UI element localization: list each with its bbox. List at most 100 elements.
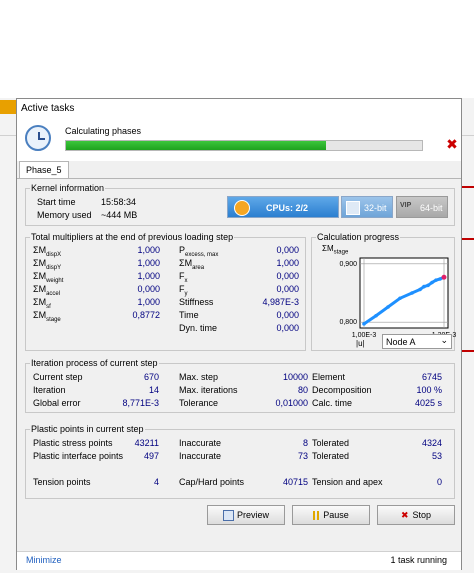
dialog-footer: Minimize 1 task running [17, 551, 461, 570]
pause-button[interactable]: Pause [292, 505, 370, 525]
calculation-progress-group: Calculation progress ΣMstage 1,00E-31,20… [311, 232, 456, 351]
multiplier-right-label-subscript: excess, max [185, 251, 219, 258]
stop-button[interactable]: ✖ Stop [377, 505, 455, 525]
multiplier-right-value: 0,000 [276, 284, 299, 294]
multiplier-right-value: 0,000 [276, 310, 299, 320]
iteration-col2-value: 10000 [282, 372, 308, 382]
iteration-col2-label: Max. iterations [179, 385, 238, 395]
preview-button[interactable]: Preview [207, 505, 285, 525]
tab-phase-5[interactable]: Phase_5 [19, 161, 69, 178]
chart-point [430, 280, 434, 285]
chart-point [410, 291, 414, 295]
chevron-down-icon: ⌄ [440, 335, 448, 345]
multiplier-left-label: ΣMdispY [33, 258, 61, 271]
iteration-col2-label: Max. step [179, 372, 219, 382]
multiplier-right-value: 0,000 [276, 323, 299, 333]
plastic-col2-value: 73 [297, 451, 308, 461]
plastic-points-title: Plastic points in current step [30, 424, 145, 434]
chart-x-tick: 1,00E-3 [352, 332, 377, 339]
multiplier-right-value: 1,000 [276, 258, 299, 268]
multiplier-left-label-subscript: weight [46, 277, 64, 284]
plastic-col3-value: 4324 [421, 438, 442, 448]
multiplier-right-label-subscript: y [184, 290, 188, 297]
cancel-task-icon[interactable]: ✖ [445, 137, 459, 151]
multiplier-left-label: ΣMdispX [33, 245, 61, 258]
chart-point [434, 278, 438, 282]
background-red-line [460, 350, 474, 352]
plastic-col1-value: 497 [143, 451, 159, 461]
iteration-col3-value: 100 % [416, 385, 442, 395]
cpus-indicator: CPUs: 2/2 [227, 196, 339, 218]
multiplier-left-label: ΣMstage [33, 310, 61, 323]
plastic-col2-label: Inaccurate [179, 438, 222, 448]
plastic-col3-label: Tolerated [312, 451, 350, 461]
plastic-col1-value: 43211 [134, 438, 159, 448]
chart-point [438, 277, 442, 281]
background-red-line [460, 238, 474, 240]
plastic-col3-value: 0 [436, 477, 442, 487]
kernel-info-title: Kernel information [30, 183, 106, 193]
chip-icon [346, 201, 360, 215]
multiplier-right-label: Stiffness [179, 297, 213, 310]
multipliers-group: Total multipliers at the end of previous… [25, 232, 306, 351]
plastic-col2-label: Cap/Hard points [179, 477, 245, 487]
multiplier-left-label-symbol: ΣM [33, 258, 47, 268]
clock-icon [25, 125, 51, 151]
multiplier-left-label: ΣMaccel [33, 284, 60, 297]
multiplier-right-label: Pexcess, max [179, 245, 218, 258]
multiplier-left-label-subscript: dispY [46, 264, 62, 271]
dialog-titlebar[interactable]: Active tasks [17, 99, 461, 119]
multiplier-left-value: 0,000 [137, 284, 160, 294]
multiplier-right-label: ΣMarea [179, 258, 204, 271]
plastic-points-group: Plastic points in current step Plastic s… [25, 424, 455, 499]
iteration-col1-label: Iteration [33, 385, 66, 395]
multiplier-left-label-symbol: ΣM [33, 310, 47, 320]
active-tasks-dialog: Active tasks Calculating phases ✖ Phase_… [16, 98, 462, 570]
multiplier-right-label-symbol: Stiffness [179, 297, 214, 307]
pause-label: Pause [323, 510, 349, 520]
iteration-col3-label: Calc. time [312, 398, 353, 408]
multiplier-right-value: 0,000 [276, 271, 299, 281]
phase-tabstrip: Phase_5 [17, 161, 461, 179]
bit64-label: 64-bit [420, 203, 443, 213]
stop-label: Stop [412, 510, 432, 520]
iteration-col1-value: 8,771E-3 [122, 398, 159, 408]
start-time-value: 15:58:34 [101, 197, 137, 207]
chart-point [418, 287, 422, 292]
preview-label: Preview [236, 510, 269, 520]
multiplier-left-label-subscript: stage [46, 316, 61, 323]
multiplier-right-label: Time [179, 310, 199, 323]
multiplier-left-label-subscript: dispX [46, 251, 62, 258]
multiplier-left-value: 1,000 [137, 245, 160, 255]
stop-icon: ✖ [400, 510, 409, 520]
u-label: |u| [356, 339, 365, 348]
multiplier-left-label-subscript: sf [46, 303, 51, 310]
multiplier-left-value: 1,000 [137, 258, 160, 268]
iteration-col2-label: Tolerance [179, 398, 219, 408]
background-tab [0, 100, 16, 114]
iteration-col3-label: Element [312, 372, 346, 382]
multiplier-right-label-subscript: x [184, 277, 188, 284]
multiplier-left-label-symbol: ΣM [33, 271, 47, 281]
minimize-link[interactable]: Minimize [26, 555, 62, 565]
multiplier-left-label-symbol: ΣM [33, 297, 47, 307]
memory-value: ~444 MB [101, 210, 138, 220]
iteration-col2-value: 80 [297, 385, 308, 395]
chart-y-tick: 0,900 [339, 261, 357, 268]
pause-icon-bar [317, 511, 320, 521]
cpu-speed-icon [234, 200, 250, 216]
chart-point [422, 284, 426, 289]
multiplier-left-label-symbol: ΣM [33, 245, 47, 255]
start-time-label: Start time [37, 197, 76, 207]
iteration-title: Iteration process of current step [30, 358, 159, 368]
iteration-col3-label: Decomposition [312, 385, 372, 395]
plastic-col2-label: Inaccurate [179, 451, 222, 461]
node-select[interactable]: Node A ⌄ [382, 334, 452, 349]
multiplier-left-label-symbol: ΣM [33, 284, 47, 294]
iteration-col1-label: Current step [33, 372, 83, 382]
plastic-col2-value: 40715 [282, 477, 308, 487]
multiplier-right-label-symbol: Dyn. time [179, 323, 218, 333]
iteration-col1-value: 670 [143, 372, 159, 382]
chart-point [362, 322, 366, 326]
plastic-col1-label: Tension points [33, 477, 91, 487]
